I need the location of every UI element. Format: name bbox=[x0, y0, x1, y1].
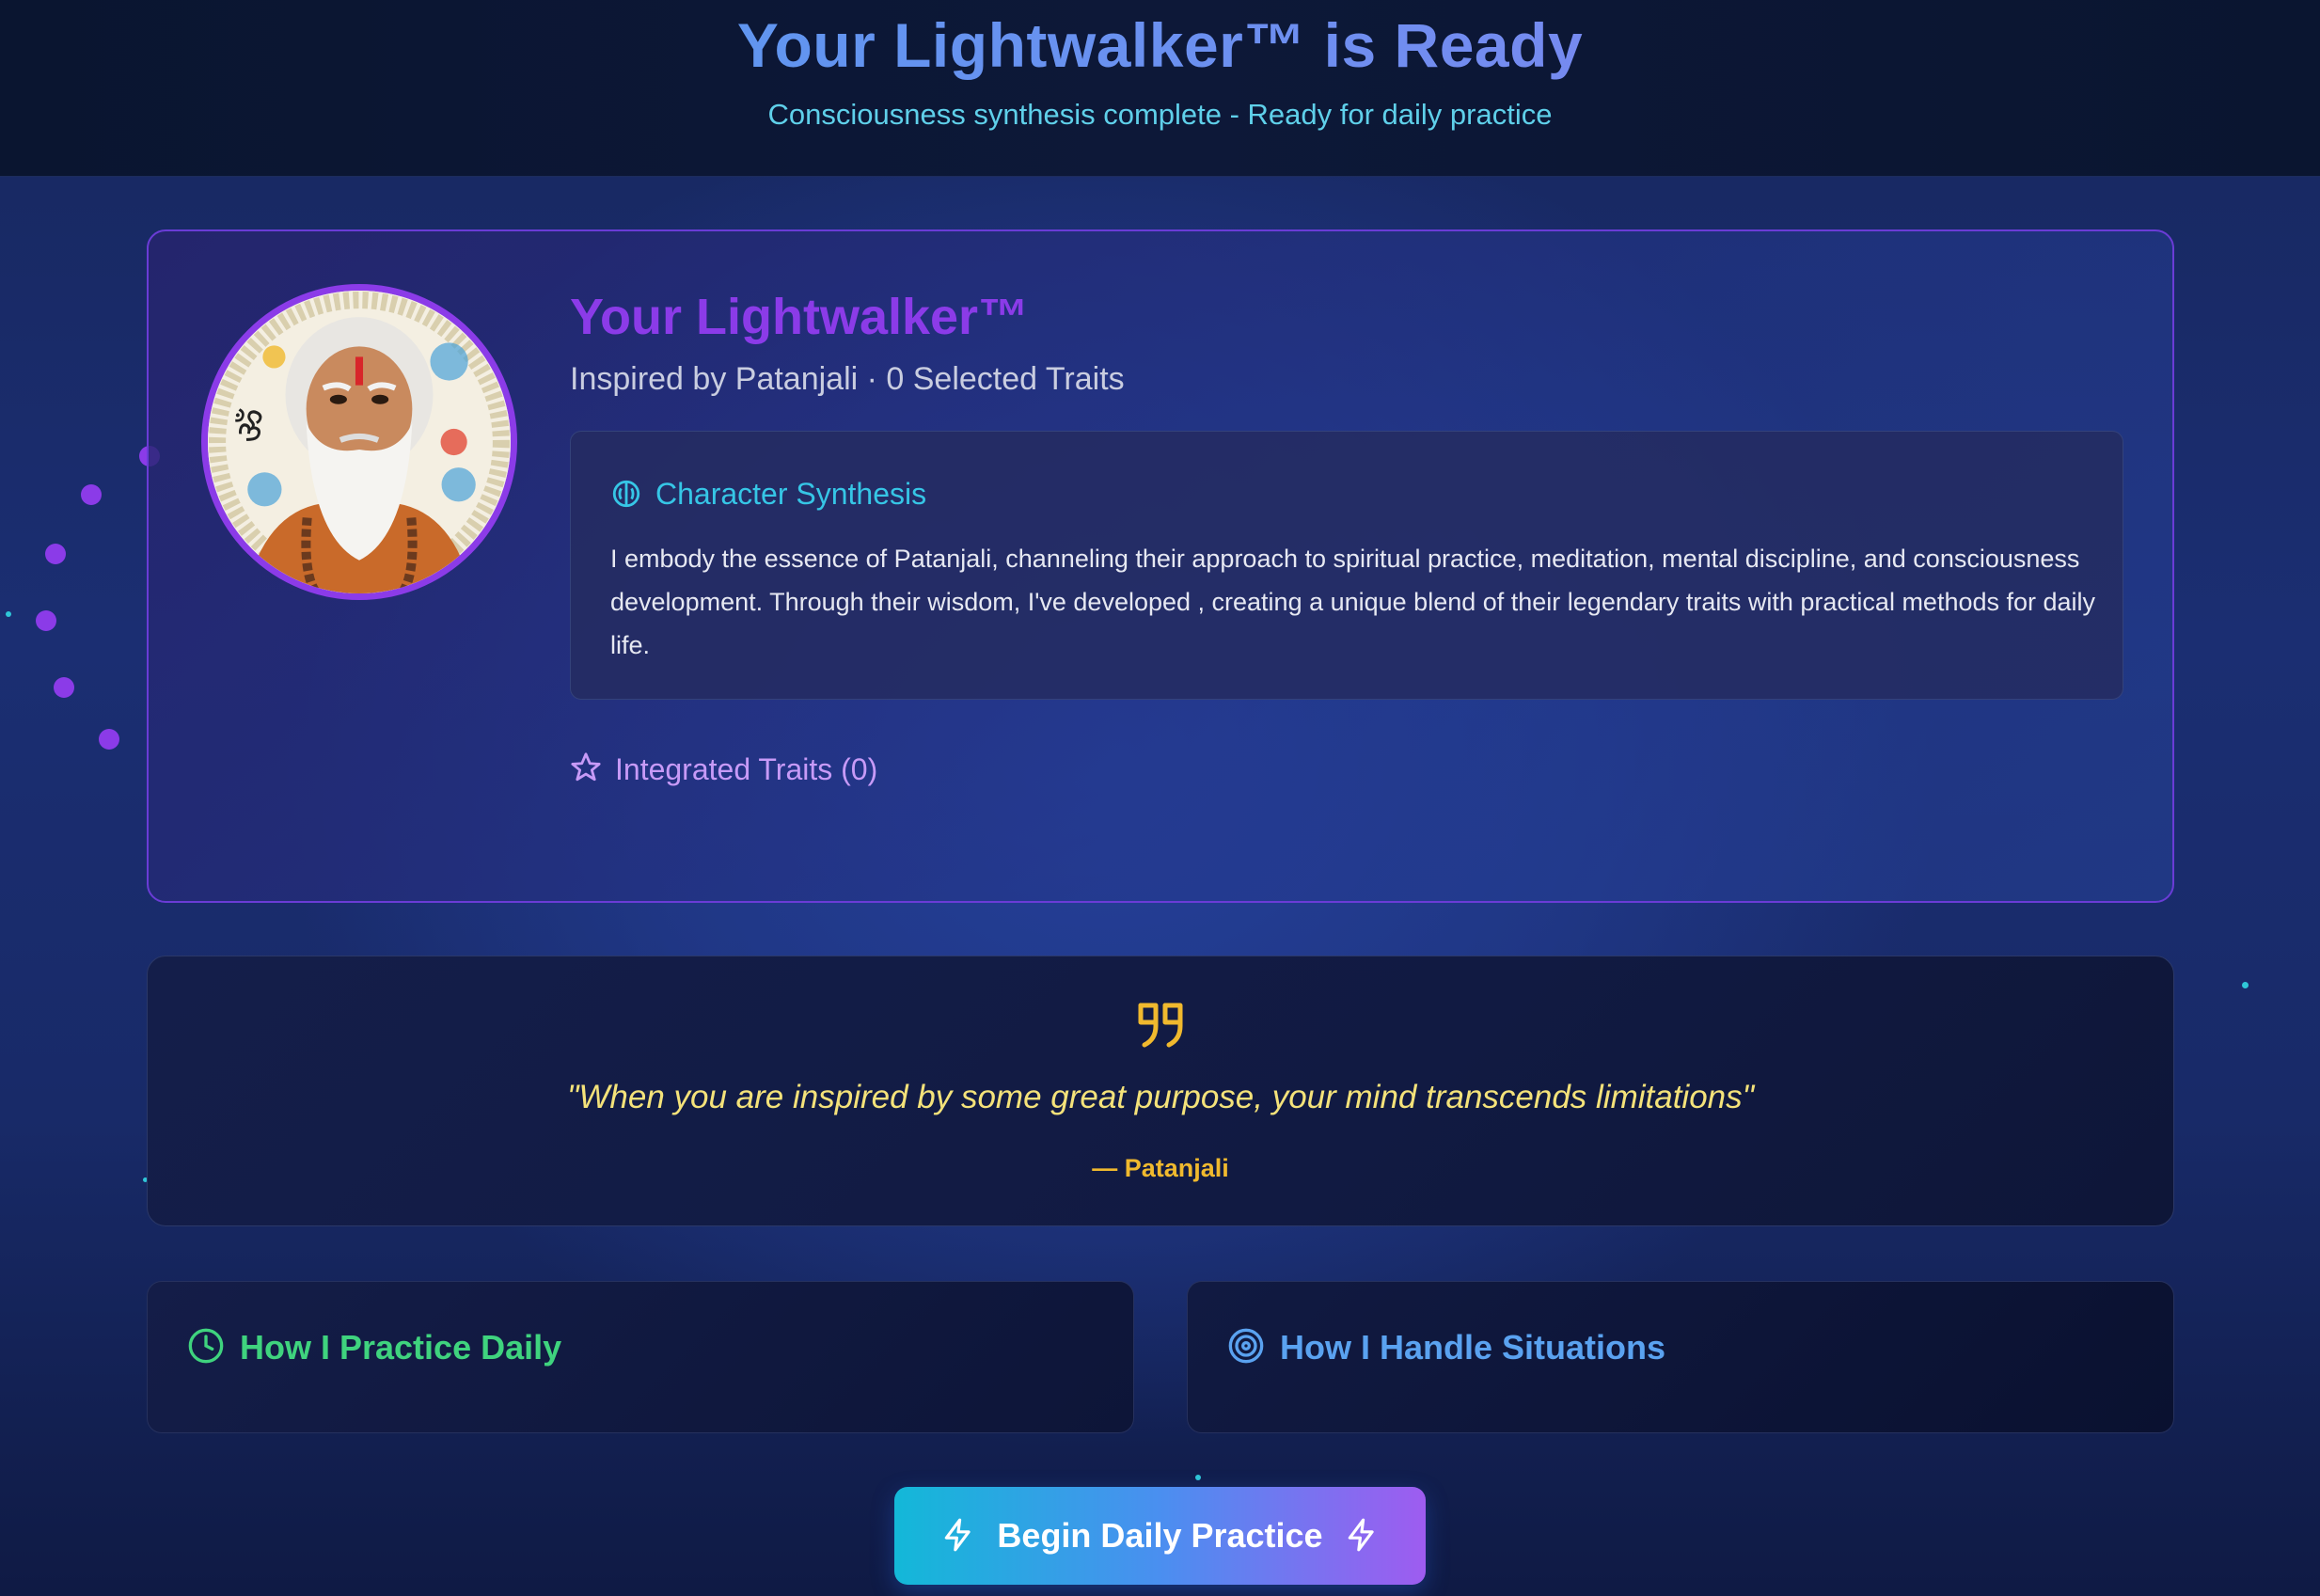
handle-situations-card[interactable]: How I Handle Situations bbox=[1187, 1281, 2174, 1433]
lightning-icon bbox=[1344, 1515, 1380, 1557]
character-synthesis-header: Character Synthesis bbox=[610, 475, 926, 513]
clock-icon bbox=[187, 1327, 225, 1369]
page-title: Your Lightwalker™ is Ready bbox=[0, 9, 2320, 81]
practice-daily-header: How I Practice Daily bbox=[187, 1327, 561, 1368]
patanjali-portrait: ॐ bbox=[208, 291, 511, 593]
lightning-icon bbox=[940, 1515, 976, 1557]
page-header: Your Lightwalker™ is Ready Consciousness… bbox=[0, 0, 2320, 177]
profile-title: Your Lightwalker™ bbox=[570, 289, 1030, 345]
decorative-spark bbox=[6, 611, 11, 617]
handle-situations-title: How I Handle Situations bbox=[1280, 1328, 1666, 1367]
quote-author: — Patanjali bbox=[1092, 1154, 1229, 1182]
decorative-dot bbox=[81, 484, 102, 505]
avatar: ॐ bbox=[201, 284, 517, 600]
decorative-dot bbox=[54, 677, 74, 698]
begin-daily-practice-label: Begin Daily Practice bbox=[997, 1516, 1323, 1555]
quote-text: "When you are inspired by some great pur… bbox=[566, 1079, 1755, 1115]
handle-situations-header: How I Handle Situations bbox=[1227, 1327, 1665, 1368]
decorative-spark bbox=[2242, 982, 2249, 988]
brain-icon bbox=[610, 478, 642, 510]
decorative-spark bbox=[1195, 1475, 1201, 1480]
decorative-dot bbox=[36, 610, 56, 631]
integrated-traits-header[interactable]: Integrated Traits (0) bbox=[570, 751, 877, 788]
practice-daily-card[interactable]: How I Practice Daily bbox=[147, 1281, 1134, 1433]
star-icon bbox=[570, 751, 602, 788]
profile-subtitle: Inspired by Patanjali · 0 Selected Trait… bbox=[570, 361, 1125, 397]
begin-daily-practice-button[interactable]: Begin Daily Practice bbox=[894, 1487, 1426, 1585]
decorative-dot bbox=[99, 729, 119, 750]
quote-icon bbox=[1135, 998, 1188, 1051]
character-synthesis-panel: Character Synthesis I embody the essence… bbox=[570, 431, 2123, 700]
quote-card: "When you are inspired by some great pur… bbox=[147, 956, 2174, 1226]
practice-daily-title: How I Practice Daily bbox=[240, 1328, 562, 1367]
lightwalker-profile-card: ॐ Your Lightwalker™ Inspired by Patanjal… bbox=[147, 229, 2174, 903]
integrated-traits-label: Integrated Traits (0) bbox=[615, 751, 878, 786]
character-synthesis-title: Character Synthesis bbox=[655, 476, 927, 511]
character-synthesis-text: I embody the essence of Patanjali, chann… bbox=[610, 545, 2096, 659]
target-icon bbox=[1227, 1327, 1265, 1369]
page-subtitle: Consciousness synthesis complete - Ready… bbox=[767, 98, 1553, 131]
decorative-dot bbox=[45, 544, 66, 564]
